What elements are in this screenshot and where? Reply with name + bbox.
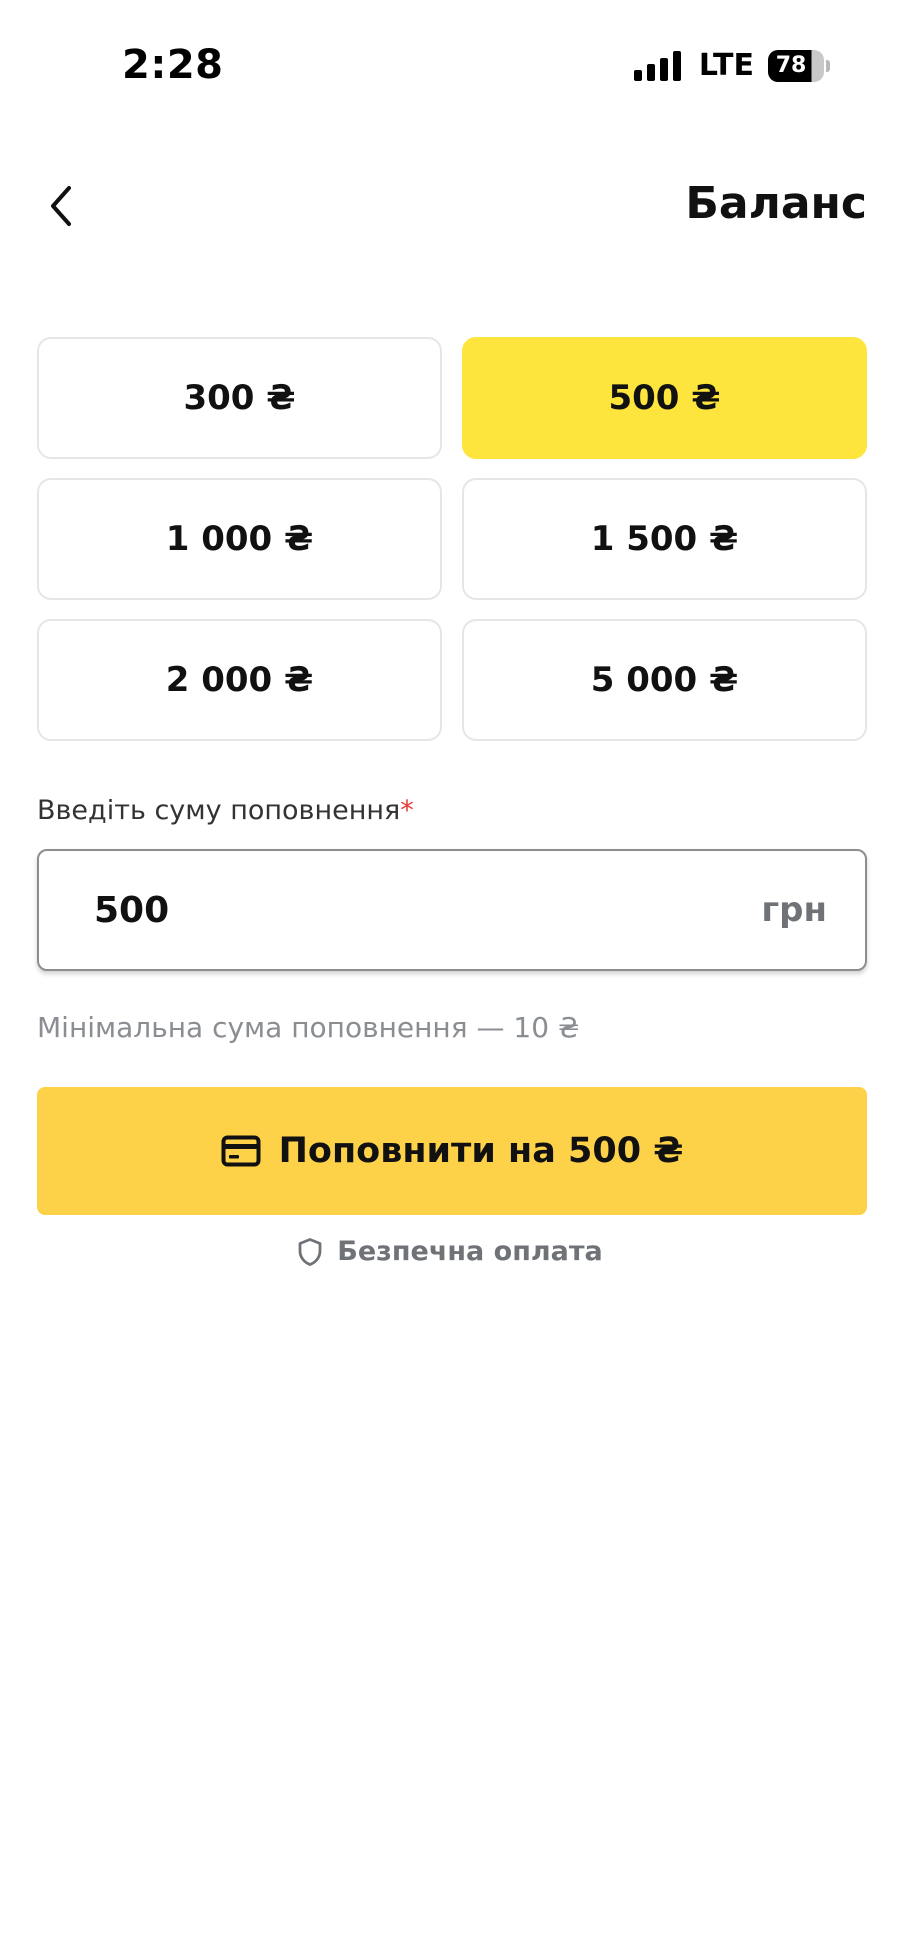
amount-option-2000[interactable]: 2 000 ₴ — [37, 619, 442, 741]
amount-option-500[interactable]: 500 ₴ — [462, 337, 867, 459]
credit-card-icon — [221, 1135, 261, 1167]
page-title: Баланс — [685, 178, 867, 229]
battery-icon: 78 — [768, 49, 830, 82]
network-type: LTE — [698, 48, 754, 83]
back-button[interactable] — [36, 178, 86, 234]
amount-option-300[interactable]: 300 ₴ — [37, 337, 442, 459]
status-indicators: LTE 78 — [633, 48, 830, 83]
shield-icon — [298, 1237, 322, 1266]
amount-currency-label: грн — [761, 890, 827, 930]
header: Баланс — [0, 150, 900, 260]
amount-input[interactable]: 500 грн — [37, 849, 867, 971]
topup-button-label: Поповнити на 500 ₴ — [278, 1131, 684, 1171]
battery-cap — [826, 59, 830, 72]
topup-button[interactable]: Поповнити на 500 ₴ — [37, 1087, 867, 1215]
battery-level: 78 — [768, 49, 824, 82]
cellular-signal-icon — [633, 50, 681, 81]
amount-option-1500[interactable]: 1 500 ₴ — [462, 478, 867, 600]
required-mark: * — [400, 795, 414, 826]
amount-options-grid: 300 ₴ 500 ₴ 1 000 ₴ 1 500 ₴ 2 000 ₴ 5 00… — [37, 337, 867, 741]
minimum-amount-note: Мінімальна сума поповнення — 10 ₴ — [37, 1011, 580, 1044]
amount-option-1000[interactable]: 1 000 ₴ — [37, 478, 442, 600]
secure-payment-label: Безпечна оплата — [337, 1236, 603, 1267]
amount-option-5000[interactable]: 5 000 ₴ — [462, 619, 867, 741]
status-time: 2:28 — [122, 42, 224, 88]
amount-input-label: Введіть суму поповнення* — [37, 795, 414, 826]
secure-payment: Безпечна оплата — [0, 1236, 900, 1267]
status-bar: 2:28 LTE 78 — [0, 0, 900, 130]
chevron-left-icon — [51, 186, 71, 226]
amount-input-label-text: Введіть суму поповнення — [37, 795, 401, 826]
amount-input-value: 500 — [94, 889, 170, 931]
